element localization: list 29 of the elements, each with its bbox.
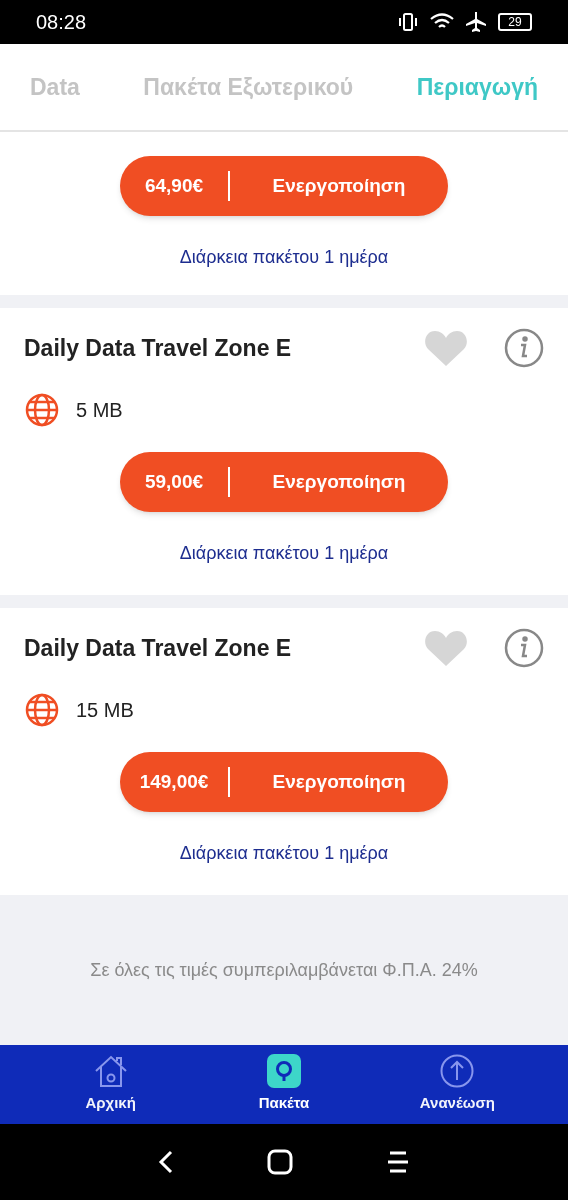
nav-item[interactable]: Ανανέωση [392,1054,523,1115]
duration-text: Διάρκεια πακέτου 1 ημέρα [179,542,389,565]
activate-button[interactable]: 149,00€ Ενεργοποίηση [120,752,448,812]
activate-button[interactable]: 59,00€ Ενεργοποίηση [120,452,448,512]
tab[interactable]: Περιαγωγή [416,69,538,105]
back-icon[interactable] [158,1150,175,1174]
globe-icon [24,692,60,728]
home-button-icon[interactable] [267,1149,293,1175]
clock: 08:28 [36,10,87,35]
vibrate-icon [398,13,418,31]
nav-item[interactable]: Πακέτα [219,1054,349,1115]
data-amount: 15 MB [76,698,134,723]
info-icon[interactable] [504,628,544,668]
package-title: Daily Data Travel Zone E [24,633,292,663]
vat-note: Σε όλες τις τιμές συμπεριλαμβάνεται Φ.Π.Α. 24% [90,958,478,982]
airplane-icon [466,12,486,32]
duration-text: Διάρκεια πακέτου 1 ημέρα [179,842,389,865]
globe-icon [24,392,60,428]
info-icon[interactable] [504,328,544,368]
house-icon [93,1054,128,1089]
arrow-up-circle-icon [440,1054,475,1089]
battery-indicator: 29 [498,13,532,31]
menu-icon[interactable] [385,1150,410,1174]
data-amount: 5 MB [76,398,123,423]
package-title: Daily Data Travel Zone E [24,333,292,363]
duration-text: Διάρκεια πακέτου 1 ημέρα [179,246,389,269]
nav-item[interactable]: Αρχική [45,1054,176,1115]
pin-icon [267,1054,301,1089]
activate-button[interactable]: 64,90€ Ενεργοποίηση [120,156,448,216]
